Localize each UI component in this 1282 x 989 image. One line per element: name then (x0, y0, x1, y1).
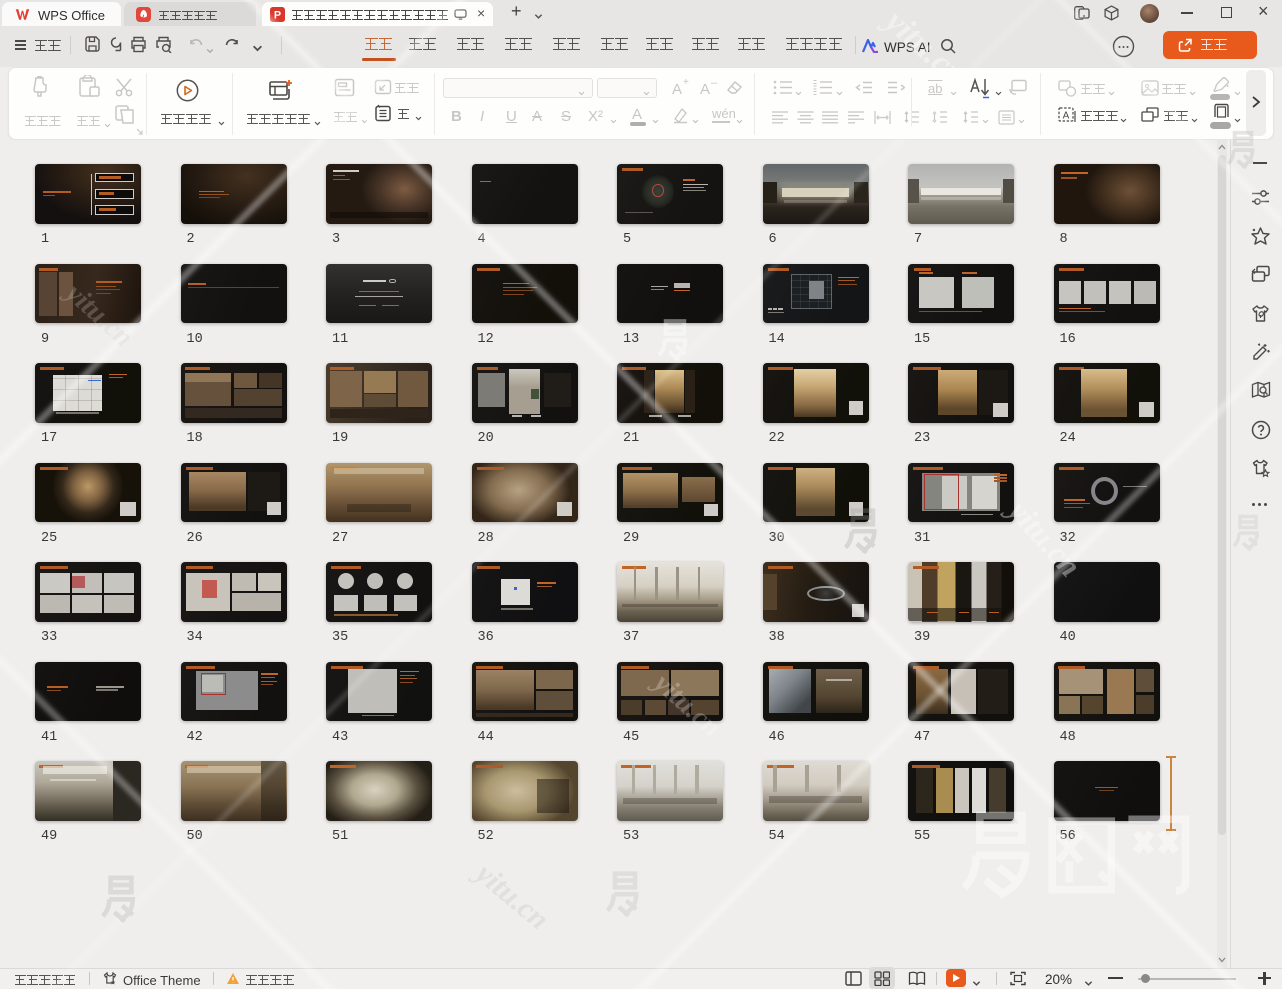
svg-text:A: A (1063, 111, 1070, 122)
svg-text:P: P (274, 10, 281, 22)
